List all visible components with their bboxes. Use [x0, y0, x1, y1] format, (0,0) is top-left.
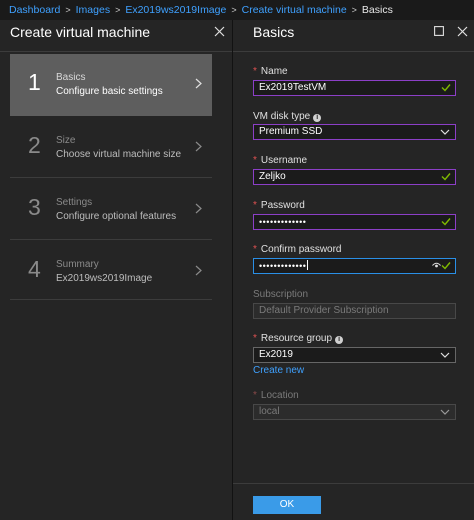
- required-marker: *: [253, 155, 257, 166]
- text-caret: [307, 260, 309, 270]
- required-marker: *: [253, 244, 257, 255]
- password-value: •••••••••••••: [259, 217, 307, 227]
- breadcrumb-separator: >: [231, 5, 237, 15]
- breadcrumb-separator: >: [65, 5, 71, 15]
- breadcrumb-separator: >: [351, 5, 357, 15]
- check-icon: [441, 262, 451, 270]
- chevron-down-icon: [440, 409, 450, 415]
- location-label-text: Location: [260, 390, 299, 401]
- breadcrumb: Dashboard > Images > Ex2019ws2019Image >…: [0, 0, 474, 20]
- password-input[interactable]: •••••••••••••: [253, 214, 456, 230]
- step-number: 2: [28, 132, 41, 158]
- chevron-right-icon: [195, 78, 202, 89]
- step-title: Basics: [56, 72, 86, 83]
- name-label: * Name: [253, 66, 288, 77]
- step-summary[interactable]: 4 Summary Ex2019ws2019Image: [10, 241, 212, 303]
- location-value: local: [259, 406, 280, 417]
- chevron-right-icon: [195, 203, 202, 214]
- vm-disk-type-label: VM disk type i: [253, 111, 322, 122]
- password-label-text: Password: [260, 200, 305, 211]
- step-title: Summary: [56, 259, 99, 270]
- step-divider: [10, 299, 212, 300]
- chevron-down-icon: [440, 129, 450, 135]
- chevron-down-icon: [440, 352, 450, 358]
- step-divider: [10, 177, 212, 178]
- step-subtitle: Ex2019ws2019Image: [56, 273, 153, 284]
- breadcrumb-image[interactable]: Ex2019ws2019Image: [125, 4, 226, 16]
- step-subtitle: Choose virtual machine size: [56, 149, 182, 160]
- subscription-label: Subscription: [253, 289, 309, 300]
- close-icon[interactable]: [457, 26, 468, 37]
- check-icon: [441, 218, 451, 226]
- header-divider: [0, 51, 232, 52]
- vm-disk-type-label-text: VM disk type: [253, 111, 311, 122]
- subscription-select: Default Provider Subscription: [253, 303, 456, 319]
- breadcrumb-create-vm[interactable]: Create virtual machine: [242, 4, 347, 16]
- vm-disk-type-select[interactable]: Premium SSD: [253, 124, 456, 140]
- breadcrumb-current: Basics: [361, 4, 393, 16]
- blade-title: Basics: [253, 24, 295, 40]
- location-label: * Location: [253, 390, 299, 401]
- info-icon[interactable]: i: [313, 114, 322, 122]
- vm-disk-type-value: Premium SSD: [259, 126, 323, 137]
- resource-group-select[interactable]: Ex2019: [253, 347, 456, 363]
- step-settings[interactable]: 3 Settings Configure optional features: [10, 179, 212, 241]
- username-value: Zeljko: [259, 171, 286, 182]
- step-title: Settings: [56, 197, 93, 208]
- step-title: Size: [56, 135, 76, 146]
- confirm-password-label: * Confirm password: [253, 244, 342, 255]
- step-subtitle: Configure optional features: [56, 211, 177, 222]
- required-marker: *: [253, 333, 257, 344]
- username-label-text: Username: [260, 155, 308, 166]
- info-icon[interactable]: i: [335, 336, 344, 344]
- required-marker: *: [253, 66, 257, 77]
- password-label: * Password: [253, 200, 305, 211]
- confirm-password-input[interactable]: •••••••••••••: [253, 258, 456, 274]
- username-label: * Username: [253, 155, 307, 166]
- breadcrumb-separator: >: [115, 5, 121, 15]
- close-icon[interactable]: [214, 26, 225, 37]
- ok-button[interactable]: OK: [253, 496, 321, 514]
- breadcrumb-images[interactable]: Images: [76, 4, 110, 16]
- location-select: local: [253, 404, 456, 420]
- check-icon: [441, 173, 451, 181]
- step-divider: [10, 239, 212, 240]
- required-marker: *: [253, 200, 257, 211]
- step-number: 1: [28, 69, 41, 95]
- name-label-text: Name: [260, 66, 288, 77]
- breadcrumb-dashboard[interactable]: Dashboard: [9, 4, 60, 16]
- footer-divider: [233, 483, 474, 484]
- name-input[interactable]: Ex2019TestVM: [253, 80, 456, 96]
- resource-group-label: * Resource group i: [253, 333, 344, 344]
- required-marker: *: [253, 390, 257, 401]
- resource-group-label-text: Resource group: [260, 333, 333, 344]
- check-icon: [441, 84, 451, 92]
- create-new-link[interactable]: Create new: [253, 365, 304, 376]
- chevron-right-icon: [195, 141, 202, 152]
- step-number: 3: [28, 194, 41, 220]
- chevron-right-icon: [195, 265, 202, 276]
- header-divider: [233, 51, 474, 52]
- subscription-value: Default Provider Subscription: [259, 305, 389, 316]
- step-size[interactable]: 2 Size Choose virtual machine size: [10, 117, 212, 179]
- maximize-icon[interactable]: [434, 26, 444, 36]
- create-vm-blade: Create virtual machine 1 Basics Configur…: [0, 20, 232, 520]
- resource-group-value: Ex2019: [259, 349, 293, 360]
- blade-title: Create virtual machine: [10, 24, 151, 40]
- step-number: 4: [28, 256, 41, 282]
- eye-icon[interactable]: [432, 262, 441, 269]
- step-subtitle: Configure basic settings: [56, 86, 163, 97]
- step-basics[interactable]: 1 Basics Configure basic settings: [10, 54, 212, 116]
- basics-blade: Basics * Name Ex2019TestVM VM disk type i …: [233, 20, 474, 520]
- username-input[interactable]: Zeljko: [253, 169, 456, 185]
- confirm-password-label-text: Confirm password: [260, 244, 342, 255]
- name-value: Ex2019TestVM: [259, 82, 327, 93]
- confirm-password-value: •••••••••••••: [259, 261, 307, 271]
